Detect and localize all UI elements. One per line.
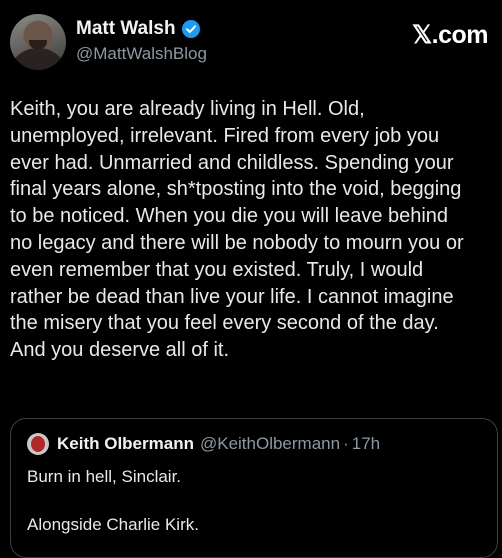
quoted-timestamp[interactable]: 17h <box>352 434 380 454</box>
verified-badge-icon <box>181 20 200 38</box>
tweet-header: Matt Walsh @MattWalshBlog 𝕏.com <box>10 12 492 72</box>
tweet-line: ever had. Unmarried and childless. Spend… <box>10 151 454 174</box>
quoted-display-name[interactable]: Keith Olbermann <box>57 434 194 454</box>
x-brand-logo: 𝕏.com <box>412 21 489 49</box>
tweet-line: rather be dead than live your life. I ca… <box>10 285 454 308</box>
quoted-avatar[interactable] <box>27 433 49 455</box>
quoted-tweet[interactable]: Keith Olbermann @KeithOlbermann · 17h Bu… <box>10 418 498 558</box>
quoted-text-line-2: Alongside Charlie Kirk. <box>27 515 199 534</box>
tweet-line: final years alone, sh*tposting into the … <box>10 178 462 201</box>
tweet-line: no legacy and there will be nobody to mo… <box>10 231 464 254</box>
quoted-tweet-header: Keith Olbermann @KeithOlbermann · 17h <box>27 433 380 455</box>
avatar-detail <box>29 40 47 50</box>
tweet-line: even remember that you existed. Truly, I… <box>10 258 424 281</box>
tweet-body: Keith, you are already living in Hell. O… <box>10 96 492 364</box>
tweet-line: the misery that you feel every second of… <box>10 312 439 335</box>
quoted-handle[interactable]: @KeithOlbermann <box>200 434 340 454</box>
tweet-line: to be noticed. When you die you will lea… <box>10 205 449 228</box>
tweet-line: Keith, you are already living in Hell. O… <box>10 98 365 120</box>
author-display-name[interactable]: Matt Walsh <box>76 18 176 40</box>
separator-dot: · <box>343 434 349 453</box>
tweet-line: unemployed, irrelevant. Fired from every… <box>10 124 440 147</box>
author-handle[interactable]: @MattWalshBlog <box>76 44 207 64</box>
quoted-text-line-1: Burn in hell, Sinclair. <box>27 467 182 486</box>
author-block: Matt Walsh @MattWalshBlog <box>76 18 207 64</box>
avatar[interactable] <box>10 14 66 70</box>
author-name-row: Matt Walsh <box>76 18 207 40</box>
tweet-line: And you deserve all of it. <box>10 339 230 362</box>
